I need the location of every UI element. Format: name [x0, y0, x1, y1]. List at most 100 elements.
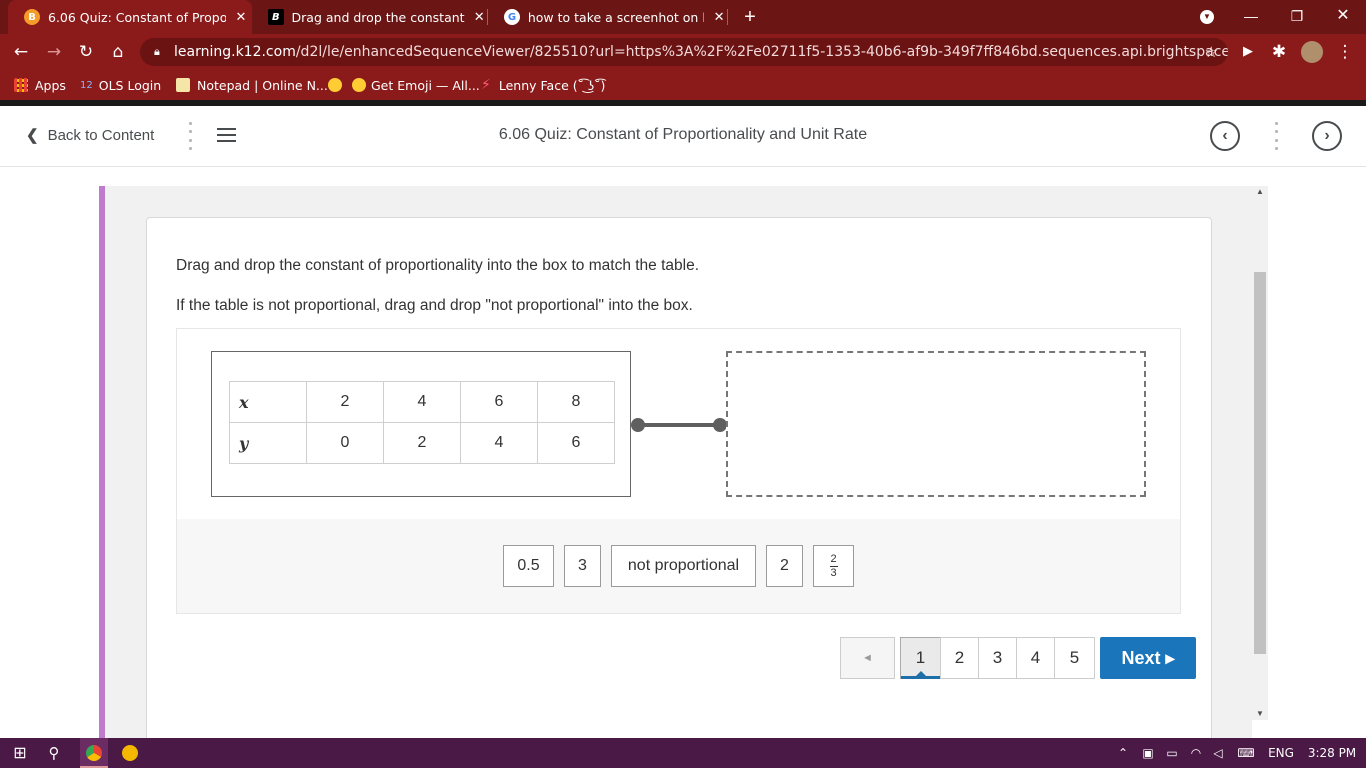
bookmark-lenny-face[interactable]: ⚡ Lenny Face (˘͡ ͜ʖ˘͡)	[481, 76, 605, 94]
forward-arrow-icon[interactable]: →	[42, 40, 66, 64]
notification-icon[interactable]: ▣	[1138, 738, 1158, 768]
restore-icon[interactable]: ❐	[1274, 0, 1320, 34]
choice-tile[interactable]: 3	[564, 545, 601, 587]
b-logo-icon: B	[24, 9, 40, 25]
connector-line	[631, 418, 727, 432]
next-topic-button[interactable]: ›	[1312, 121, 1342, 151]
tab-google[interactable]: G how to take a screenhot on lapto ✕	[488, 0, 728, 34]
window-close-icon[interactable]: ✕	[1320, 0, 1366, 34]
google-icon: G	[504, 9, 520, 25]
tab-title: 6.06 Quiz: Constant of Proportion	[48, 9, 226, 25]
scroll-down-icon[interactable]: ▼	[1252, 708, 1268, 720]
next-button[interactable]: Next ▸	[1100, 637, 1196, 679]
scrollbar-thumb[interactable]	[1254, 272, 1266, 654]
emoji-icon	[328, 78, 342, 92]
table-row: x 2 4 6 8	[229, 381, 615, 423]
page-5-button[interactable]: 5	[1054, 637, 1095, 679]
tab-quiz[interactable]: B 6.06 Quiz: Constant of Proportion ✕	[8, 0, 252, 34]
browser-menu-icon[interactable]: ⋮	[1333, 40, 1357, 64]
tab-search-icon[interactable]: ▼	[1184, 0, 1230, 34]
emoji-icon	[352, 78, 366, 92]
media-icon[interactable]: ▶	[1236, 40, 1260, 64]
tab-separator	[727, 9, 728, 25]
xy-table: x 2 4 6 8 y 0 2 4 6	[229, 381, 615, 464]
choice-tile[interactable]: 0.5	[503, 545, 554, 587]
instruction-text: If the table is not proportional, drag a…	[176, 297, 693, 314]
chrome-taskbar-icon[interactable]	[80, 738, 108, 768]
previous-page-button[interactable]: ◄	[840, 637, 895, 679]
answer-drop-box[interactable]	[726, 351, 1146, 497]
home-icon[interactable]: ⌂	[106, 40, 130, 64]
previous-topic-button[interactable]: ‹	[1210, 121, 1240, 151]
bookmarks-bar: Apps 12 OLS Login Notepad | Online N... …	[0, 70, 1366, 100]
close-icon[interactable]: ✕	[471, 10, 488, 25]
table-cell: 4	[460, 422, 538, 464]
tab-title: how to take a screenhot on lapto	[527, 9, 704, 25]
battery-icon[interactable]: ▭	[1162, 738, 1182, 768]
table-cell: 8	[537, 381, 615, 423]
wifi-icon[interactable]: ◠	[1186, 738, 1206, 768]
volume-icon[interactable]: ◁	[1208, 738, 1228, 768]
clock[interactable]: 3:28 PM	[1304, 738, 1360, 768]
notepad-icon	[176, 78, 190, 92]
close-icon[interactable]: ✕	[232, 10, 250, 25]
table-cell: 6	[537, 422, 615, 464]
bookmark-star-icon[interactable]: ☆	[1205, 38, 1218, 66]
windows-start-icon[interactable]: ⊞	[6, 738, 34, 768]
fraction-numerator: 2	[830, 552, 837, 565]
url-path: /d2l/le/enhancedSequenceViewer/825510?ur…	[295, 44, 1228, 60]
reload-icon[interactable]: ↻	[74, 40, 98, 64]
choice-tile-fraction[interactable]: 2 3	[813, 545, 854, 587]
page-3-button[interactable]: 3	[978, 637, 1017, 679]
avatar[interactable]	[1300, 40, 1324, 64]
apps-grid-icon	[14, 78, 28, 92]
chevron-up-icon[interactable]: ⌃	[1114, 738, 1132, 768]
scroll-up-icon[interactable]: ▲	[1252, 186, 1268, 198]
taskbar: ⊞ ⚲ ⌃ ▣ ▭ ◠ ◁ ⌨ ENG 3:28 PM	[0, 738, 1366, 768]
lock-icon: 🔒︎	[154, 45, 160, 58]
k12-icon: 12	[80, 79, 93, 91]
choice-tile-not-proportional[interactable]: not proportional	[611, 545, 756, 587]
keyboard-icon[interactable]: ⌨	[1234, 738, 1258, 768]
new-tab-icon[interactable]: +	[738, 5, 762, 29]
tab-title: Drag and drop the constant of pr	[291, 9, 465, 25]
bookmark-ols-login[interactable]: 12 OLS Login	[80, 76, 161, 94]
table-cell: 2	[306, 381, 384, 423]
bookmark-get-emoji[interactable]: Get Emoji — All...	[352, 76, 480, 94]
page-1-button[interactable]: 1	[900, 637, 941, 679]
table-row: y 0 2 4 6	[229, 422, 615, 464]
url-host: learning.k12.com	[174, 44, 296, 60]
app-taskbar-icon[interactable]	[116, 738, 144, 768]
address-bar[interactable]: 🔒︎ learning.k12.com/d2l/le/enhancedSeque…	[140, 38, 1228, 66]
bookmark-notepad[interactable]: Notepad | Online N...	[176, 76, 328, 94]
content-area: ▲ ▼ Drag and drop the constant of propor…	[0, 168, 1366, 747]
scrollbar[interactable]: ▲ ▼	[1252, 186, 1268, 720]
browser-tab-strip: B 6.06 Quiz: Constant of Proportion ✕ B …	[0, 0, 1366, 34]
table-cell: 4	[383, 381, 461, 423]
content-header: ❮ Back to Content 6.06 Quiz: Constant of…	[0, 106, 1366, 167]
page-2-button[interactable]: 2	[940, 637, 979, 679]
browser-toolbar: ← → ↻ ⌂ 🔒︎ learning.k12.com/d2l/le/enhan…	[0, 34, 1366, 70]
lightning-icon: ⚡	[481, 77, 491, 93]
search-icon[interactable]: ⚲	[40, 738, 68, 768]
minimize-icon[interactable]: —	[1228, 0, 1274, 34]
table-cell: 2	[383, 422, 461, 464]
close-icon[interactable]: ✕	[710, 10, 728, 25]
vertical-divider-dots	[1273, 122, 1279, 150]
instruction-text: Drag and drop the constant of proportion…	[176, 257, 700, 274]
choice-tile[interactable]: 2	[766, 545, 803, 587]
page-title: 6.06 Quiz: Constant of Proportionality a…	[498, 126, 868, 143]
language-indicator[interactable]: ENG	[1264, 738, 1298, 768]
fraction-denominator: 3	[830, 566, 837, 579]
x-header: x	[229, 381, 307, 423]
tab-brainly[interactable]: B Drag and drop the constant of pr ✕	[252, 0, 488, 34]
extensions-puzzle-icon[interactable]: ✱	[1267, 40, 1291, 64]
back-arrow-icon[interactable]: ←	[9, 40, 33, 64]
table-cell: 0	[306, 422, 384, 464]
page-4-button[interactable]: 4	[1016, 637, 1055, 679]
bookmark-apps[interactable]: Apps	[14, 76, 66, 94]
bookmark-emoji[interactable]	[328, 76, 349, 94]
stage-pointer	[669, 509, 689, 519]
y-header: y	[229, 422, 307, 464]
table-cell: 6	[460, 381, 538, 423]
